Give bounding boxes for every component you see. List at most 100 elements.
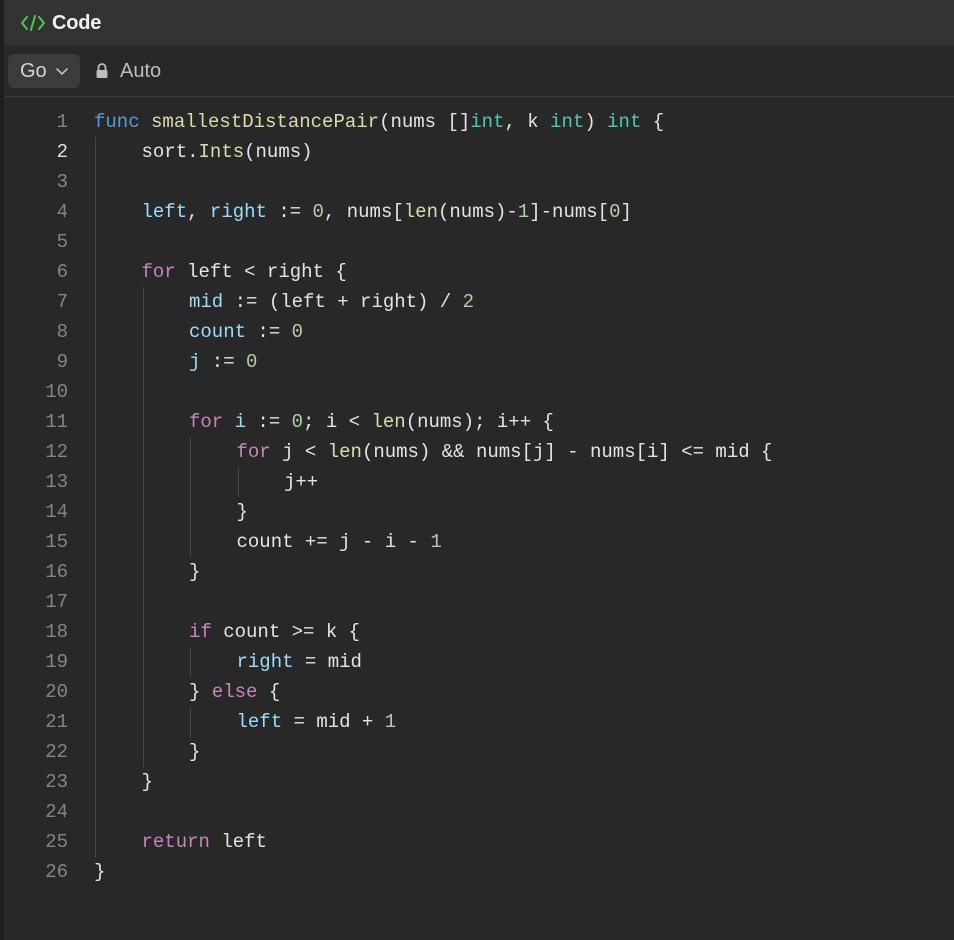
code-line[interactable]: 14} <box>4 497 954 527</box>
line-number: 2 <box>56 141 68 163</box>
code-token: (nums); i++ { <box>405 411 554 433</box>
code-line[interactable]: 2 sort.Ints(nums) <box>4 137 954 167</box>
code-token: } <box>189 681 212 703</box>
indent-guide <box>142 287 144 767</box>
line-number: 16 <box>45 561 68 583</box>
code-line[interactable]: 25 return left <box>4 827 954 857</box>
code-token: left < right { <box>175 261 347 283</box>
line-number: 26 <box>45 861 68 883</box>
code-token: left <box>236 711 283 733</box>
code-token: , k <box>504 111 551 133</box>
auto-mode: Auto <box>94 60 161 83</box>
code-token: { <box>257 681 281 703</box>
indent-guide <box>190 437 191 557</box>
code-token: 1 <box>384 711 397 733</box>
code-line[interactable]: 26} <box>4 857 954 887</box>
line-number: 24 <box>45 801 68 823</box>
code-panel: Code Go Auto 1 func smallestDistancePair(… <box>4 0 954 940</box>
code-line[interactable]: 10 <box>4 377 954 407</box>
code-text: } <box>94 857 105 887</box>
code-line[interactable]: 22} <box>4 737 954 767</box>
code-token: 0 <box>246 351 258 373</box>
code-token: return <box>141 831 210 853</box>
line-number: 18 <box>45 621 68 643</box>
code-text: sort.Ints(nums) <box>142 137 313 167</box>
code-line[interactable]: 20} else { <box>4 677 954 707</box>
code-text: } <box>142 767 153 797</box>
code-token: ; i < <box>303 411 372 433</box>
code-token: 1 <box>517 201 530 223</box>
code-line[interactable]: 24 <box>4 797 954 827</box>
code-line[interactable]: 23} <box>4 767 954 797</box>
code-token: } <box>236 501 248 523</box>
language-dropdown[interactable]: Go <box>8 54 80 88</box>
code-line[interactable]: 9 j := 0 <box>4 347 954 377</box>
code-token: ) <box>584 111 608 133</box>
code-token: (nums [] <box>379 111 471 133</box>
code-token: , nums[ <box>323 201 404 223</box>
code-token: } <box>94 861 106 883</box>
code-text: left = mid + 1 <box>237 707 397 737</box>
code-line[interactable]: 5 <box>4 227 954 257</box>
code-token: := <box>246 411 292 433</box>
code-line[interactable]: 6 for left < right { <box>4 257 954 287</box>
code-token: j <box>189 351 201 373</box>
line-number: 21 <box>45 711 68 733</box>
code-line[interactable]: 3 <box>4 167 954 197</box>
code-token: } <box>141 771 153 793</box>
code-token: mid <box>189 291 224 313</box>
code-token: ]-nums[ <box>529 201 610 223</box>
code-line[interactable]: 4 left, right := 0, nums[len(nums)-1]-num… <box>4 197 954 227</box>
code-token: smallestDistancePair <box>151 111 380 133</box>
code-line[interactable]: 19 right = mid <box>4 647 954 677</box>
code-line[interactable]: 13 j++ <box>4 467 954 497</box>
code-line[interactable]: 8 count := 0 <box>4 317 954 347</box>
code-token: int <box>470 111 505 133</box>
code-token: := <box>246 321 292 343</box>
code-line[interactable]: 7 mid := (left + right) / 2 <box>4 287 954 317</box>
code-line[interactable]: 17 <box>4 587 954 617</box>
line-number: 22 <box>45 741 68 763</box>
line-number: 5 <box>56 231 68 253</box>
code-line[interactable]: 16} <box>4 557 954 587</box>
code-token: j < <box>270 441 328 463</box>
code-token: for <box>141 261 176 283</box>
code-token: = mid <box>293 651 362 673</box>
code-line[interactable]: 21 left = mid + 1 <box>4 707 954 737</box>
code-text: right = mid <box>237 647 362 677</box>
code-text: mid := (left + right) / 2 <box>189 287 474 317</box>
code-token: Ints <box>198 141 245 163</box>
code-token: 0 <box>291 321 304 343</box>
code-line[interactable]: 18 if count >= k { <box>4 617 954 647</box>
code-token: (nums) <box>244 141 313 163</box>
code-token: for <box>189 411 224 433</box>
code-token: for <box>236 441 271 463</box>
code-text: if count >= k { <box>189 617 360 647</box>
code-token: j++ <box>284 471 319 493</box>
code-token: left <box>209 831 267 853</box>
code-token: else <box>211 681 258 703</box>
code-token: , <box>187 201 210 223</box>
code-token: := <box>266 201 313 223</box>
language-label: Go <box>20 59 47 82</box>
code-text: } <box>237 497 248 527</box>
code-token: len <box>371 411 406 433</box>
line-number: 15 <box>45 531 68 553</box>
code-token: 0 <box>291 411 304 433</box>
lock-icon <box>94 62 110 80</box>
code-line[interactable]: 15 count += j - i - 1 <box>4 527 954 557</box>
code-line[interactable]: 12 for j < len(nums) && nums[j] - nums[i]… <box>4 437 954 467</box>
code-token: 0 <box>312 201 324 223</box>
chevron-down-icon <box>54 63 70 79</box>
panel-title: Code <box>52 11 102 34</box>
code-line[interactable]: 11 for i := 0; i < len(nums); i++ { <box>4 407 954 437</box>
line-number: 25 <box>45 831 68 853</box>
line-number: 8 <box>56 321 68 343</box>
code-editor[interactable]: 1 func smallestDistancePair(nums []int, k… <box>4 106 954 906</box>
line-number: 9 <box>56 351 68 373</box>
line-number: 7 <box>56 291 68 313</box>
code-text: j++ <box>284 467 318 497</box>
code-line[interactable]: 1 func smallestDistancePair(nums []int, k… <box>4 107 954 137</box>
